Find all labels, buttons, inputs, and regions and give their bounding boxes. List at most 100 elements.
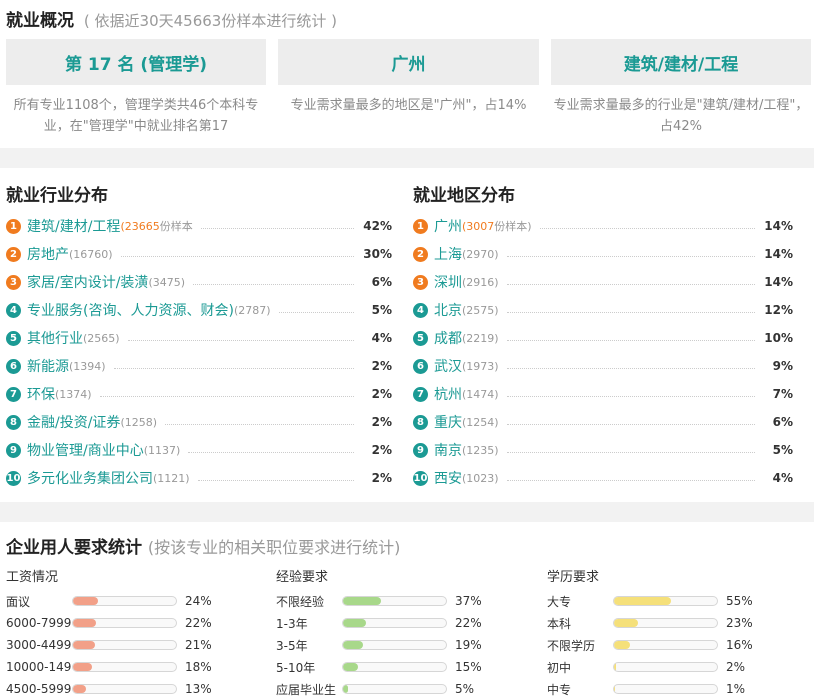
region-row[interactable]: 1 广州 (3007 份样本) 14%	[413, 212, 793, 240]
requirement-label: 不限学历	[547, 638, 596, 653]
requirement-percent: 23%	[726, 616, 753, 630]
region-name-link[interactable]: 北京	[434, 300, 462, 320]
region-row[interactable]: 10 西安 (1023) 4%	[413, 464, 793, 492]
progress-fill	[343, 597, 382, 605]
industry-row[interactable]: 6 新能源 (1394) 2%	[6, 352, 392, 380]
industry-name-link[interactable]: 房地产	[27, 244, 69, 264]
industry-name-link[interactable]: 环保	[27, 384, 55, 404]
region-count: (1023)	[462, 471, 499, 485]
progress-fill	[73, 663, 92, 671]
region-count: (2916)	[462, 275, 499, 289]
industry-percent: 2%	[371, 387, 392, 401]
industry-row[interactable]: 10 多元化业务集团公司 (1121) 2%	[6, 464, 392, 492]
industry-name-link[interactable]: 新能源	[27, 356, 69, 376]
industry-row[interactable]: 8 金融/投资/证券 (1258) 2%	[6, 408, 392, 436]
rank-badge: 7	[6, 386, 21, 402]
leader-dots	[506, 339, 755, 341]
industry-name-link[interactable]: 金融/投资/证券	[27, 412, 120, 432]
region-name-link[interactable]: 深圳	[434, 272, 462, 292]
industry-row[interactable]: 5 其他行业 (2565) 4%	[6, 324, 392, 352]
industry-name-link[interactable]: 物业管理/商业中心	[27, 440, 144, 460]
region-name-link[interactable]: 南京	[434, 440, 462, 460]
industry-name-link[interactable]: 专业服务(咨询、人力资源、财会)	[27, 300, 234, 320]
leader-dots	[506, 255, 755, 257]
industry-row[interactable]: 2 房地产 (16760) 30%	[6, 240, 392, 268]
requirement-label: 应届毕业生	[276, 682, 337, 697]
region-row[interactable]: 6 武汉 (1973) 9%	[413, 352, 793, 380]
leader-dots	[506, 479, 755, 481]
region-list: 1 广州 (3007 份样本) 14% 2 上海 (2970) 14% 3 深圳 (2916) 14% 4…	[413, 212, 793, 492]
industry-list: 1 建筑/建材/工程 (23665 份样本 42% 2 房地产 (16760) 30% 3 家居/室…	[6, 212, 392, 492]
rank-badge: 2	[413, 246, 428, 262]
progress-fill	[73, 685, 87, 693]
section-divider-1	[0, 148, 814, 168]
region-name-link[interactable]: 成都	[434, 328, 462, 348]
requirement-bar-row: 1-3年 22%	[276, 612, 536, 634]
progress-track	[613, 618, 718, 628]
industry-percent: 2%	[371, 471, 392, 485]
progress-fill	[73, 619, 96, 627]
progress-track	[72, 618, 177, 628]
rank-badge: 6	[413, 358, 428, 374]
industry-percent: 42%	[363, 219, 392, 233]
leader-dots	[188, 451, 354, 453]
industry-row[interactable]: 9 物业管理/商业中心 (1137) 2%	[6, 436, 392, 464]
progress-fill	[343, 619, 366, 627]
leader-dots	[99, 395, 354, 397]
region-row[interactable]: 8 重庆 (1254) 6%	[413, 408, 793, 436]
requirement-bar-row: 不限经验 37%	[276, 590, 536, 612]
requirements-title-text: 企业用人要求统计	[6, 538, 142, 558]
industry-count: (1137)	[143, 443, 181, 457]
industry-name-link[interactable]: 多元化业务集团公司	[27, 468, 153, 488]
rank-badge: 2	[6, 246, 21, 262]
region-name-link[interactable]: 杭州	[434, 384, 462, 404]
education-group: 学历要求 大专 55% 本科 23% 不限学历 16% 初中 2% 中专 1%	[547, 567, 807, 700]
rank-badge: 3	[6, 274, 21, 290]
rank-badge: 4	[413, 302, 428, 318]
requirement-bar-row: 3000-4499 21%	[6, 634, 266, 656]
industry-row[interactable]: 4 专业服务(咨询、人力资源、财会) (2787) 5%	[6, 296, 392, 324]
requirements-title: 企业用人要求统计 (按该专业的相关职位要求进行统计)	[6, 533, 400, 558]
leader-dots	[200, 227, 354, 229]
industry-name-link[interactable]: 建筑/建材/工程	[27, 216, 120, 236]
region-row[interactable]: 7 杭州 (1474) 7%	[413, 380, 793, 408]
industry-count: (1394)	[69, 359, 106, 373]
requirement-percent: 22%	[185, 616, 212, 630]
salary-group: 工资情况 面议 24% 6000-7999 22% 3000-4499 21% 10000-1…	[6, 567, 266, 700]
rank-badge: 3	[413, 274, 428, 290]
region-row[interactable]: 9 南京 (1235) 5%	[413, 436, 793, 464]
region-row[interactable]: 4 北京 (2575) 12%	[413, 296, 793, 324]
leader-dots	[506, 367, 755, 369]
region-name-link[interactable]: 武汉	[434, 356, 462, 376]
progress-fill	[73, 641, 95, 649]
industry-row[interactable]: 7 环保 (1374) 2%	[6, 380, 392, 408]
region-name-link[interactable]: 广州	[434, 216, 462, 236]
industry-name-link[interactable]: 其他行业	[27, 328, 83, 348]
requirement-percent: 13%	[185, 682, 212, 696]
region-name-link[interactable]: 上海	[434, 244, 462, 264]
progress-track	[342, 662, 447, 672]
overview-title-text: 就业概况	[6, 11, 74, 31]
region-percent: 14%	[764, 219, 793, 233]
rank-badge: 5	[413, 330, 428, 346]
requirement-percent: 55%	[726, 594, 753, 608]
region-card-value: 广州	[391, 54, 426, 75]
region-row[interactable]: 5 成都 (2219) 10%	[413, 324, 793, 352]
industry-count: (2787)	[233, 303, 271, 317]
industry-row[interactable]: 1 建筑/建材/工程 (23665 份样本 42%	[6, 212, 392, 240]
requirement-label: 5-10年	[276, 660, 316, 675]
industry-percent: 6%	[371, 275, 392, 289]
region-row[interactable]: 3 深圳 (2916) 14%	[413, 268, 793, 296]
leader-dots	[127, 339, 354, 341]
leader-dots	[193, 283, 354, 285]
requirement-label: 3-5年	[276, 638, 308, 653]
progress-track	[613, 596, 718, 606]
industry-name-link[interactable]: 家居/室内设计/装潢	[27, 272, 148, 292]
progress-fill	[614, 641, 631, 649]
region-name-link[interactable]: 西安	[434, 468, 462, 488]
progress-fill	[73, 597, 98, 605]
region-row[interactable]: 2 上海 (2970) 14%	[413, 240, 793, 268]
region-name-link[interactable]: 重庆	[434, 412, 462, 432]
industry-row[interactable]: 3 家居/室内设计/装潢 (3475) 6%	[6, 268, 392, 296]
requirement-label: 3000-4499	[6, 638, 72, 652]
